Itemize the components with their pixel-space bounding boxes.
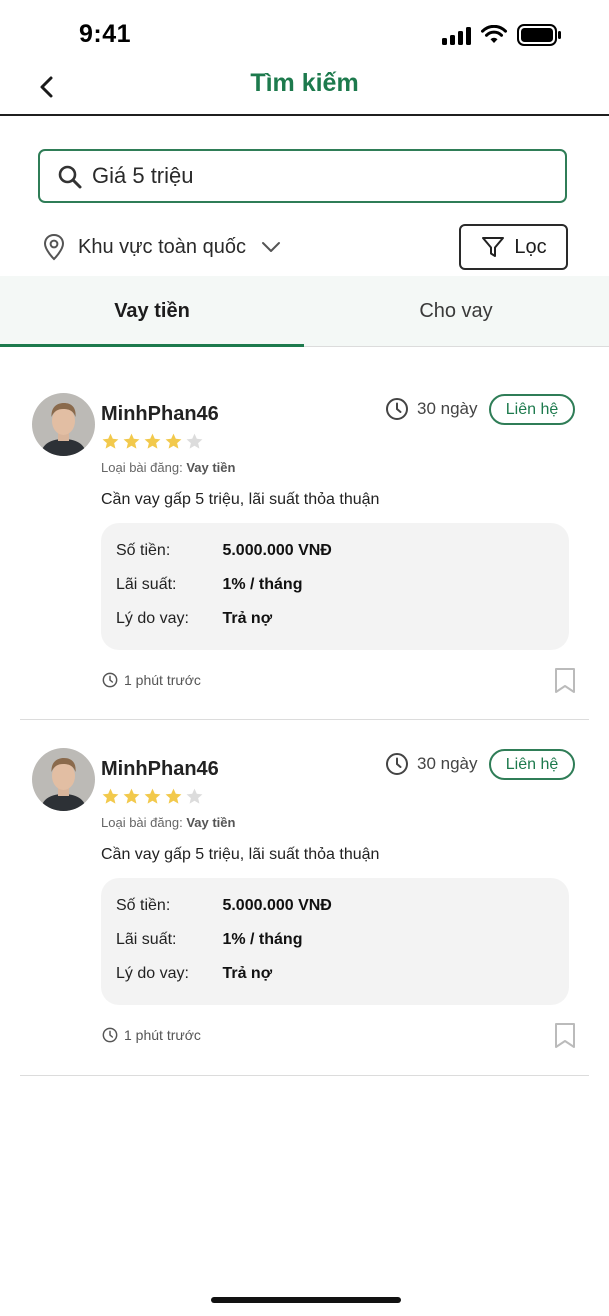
star-filled-icon (165, 788, 182, 804)
duration: 30 ngày (385, 397, 478, 421)
star-filled-icon (102, 788, 119, 804)
post-type-value: Vay tiền (186, 815, 236, 830)
clock-icon (102, 1027, 118, 1043)
detail-label: Số tiền: (116, 542, 171, 559)
detail-value: 5.000.000 VNĐ (222, 897, 332, 914)
detail-label: Lãi suất: (116, 931, 177, 948)
rating-stars (101, 787, 204, 806)
location-pin-icon (43, 233, 65, 261)
divider (20, 719, 589, 720)
avatar[interactable] (32, 748, 95, 811)
search-icon (58, 165, 82, 189)
search-input[interactable] (92, 151, 552, 201)
clock-icon (386, 753, 408, 775)
star-filled-icon (102, 433, 119, 449)
post-description: Cần vay gấp 5 triệu, lãi suất thỏa thuận (101, 846, 380, 863)
avatar[interactable] (32, 393, 95, 456)
funnel-icon (482, 237, 505, 257)
duration-text: 30 ngày (417, 399, 478, 418)
contact-button[interactable]: Liên hệ (489, 394, 575, 425)
contact-button[interactable]: Liên hệ (489, 749, 575, 780)
post-type: Loại bài đăng: Vay tiền (101, 815, 235, 830)
detail-value: 1% / tháng (222, 931, 303, 948)
signal-icon (442, 25, 471, 45)
divider (20, 1075, 589, 1076)
page-title: Tìm kiếm (250, 69, 359, 97)
detail-label: Lý do vay: (116, 965, 189, 982)
star-empty-icon (186, 788, 203, 804)
post-type: Loại bài đăng: Vay tiền (101, 460, 235, 475)
nav-bar: Tìm kiếm (0, 60, 609, 116)
time-ago: 1 phút trước (102, 1027, 201, 1043)
bookmark-icon[interactable] (553, 1022, 577, 1050)
region-selector[interactable]: Khu vực toàn quốc (42, 233, 282, 261)
detail-value: 1% / tháng (222, 576, 303, 593)
filter-button[interactable]: Lọc (459, 224, 568, 270)
star-filled-icon (123, 433, 140, 449)
detail-row-interest: Lãi suất: 1% / tháng (116, 931, 302, 949)
detail-value: Trả nợ (222, 965, 273, 982)
detail-row-reason: Lý do vay: Trả nợ (116, 965, 272, 983)
time-ago-text: 1 phút trước (124, 1027, 201, 1043)
time-ago-text: 1 phút trước (124, 672, 201, 688)
loan-details: Số tiền: 5.000.000 VNĐ Lãi suất: 1% / th… (101, 523, 569, 650)
clock-icon (386, 398, 408, 420)
chevron-down-icon (261, 242, 280, 252)
post-type-value: Vay tiền (186, 460, 236, 475)
detail-value: 5.000.000 VNĐ (222, 542, 332, 559)
tab-vay-tien[interactable]: Vay tiền (0, 276, 304, 347)
status-icons (442, 24, 563, 46)
star-filled-icon (144, 788, 161, 804)
post-description: Cần vay gấp 5 triệu, lãi suất thỏa thuận (101, 491, 380, 508)
clock-icon (102, 672, 118, 688)
detail-row-interest: Lãi suất: 1% / tháng (116, 576, 302, 594)
bookmark-icon[interactable] (553, 667, 577, 695)
post-type-label: Loại bài đăng: (101, 815, 183, 830)
detail-label: Số tiền: (116, 897, 171, 914)
duration: 30 ngày (385, 752, 478, 776)
tab-bar: Vay tiền Cho vay (0, 276, 609, 347)
avatar-image (32, 393, 95, 456)
rating-stars (101, 432, 204, 451)
username[interactable]: MinhPhan46 (101, 758, 219, 781)
status-time: 9:41 (79, 20, 132, 48)
tab-cho-vay[interactable]: Cho vay (304, 276, 608, 346)
star-empty-icon (186, 433, 203, 449)
detail-row-amount: Số tiền: 5.000.000 VNĐ (116, 542, 332, 560)
star-filled-icon (165, 433, 182, 449)
detail-row-reason: Lý do vay: Trả nợ (116, 610, 272, 628)
detail-value: Trả nợ (222, 610, 273, 627)
avatar-image (32, 748, 95, 811)
username[interactable]: MinhPhan46 (101, 403, 219, 426)
battery-icon (517, 24, 561, 46)
time-ago: 1 phút trước (102, 672, 201, 688)
duration-text: 30 ngày (417, 754, 478, 773)
loan-details: Số tiền: 5.000.000 VNĐ Lãi suất: 1% / th… (101, 878, 569, 1005)
detail-label: Lý do vay: (116, 610, 189, 627)
search-box[interactable] (38, 149, 567, 203)
star-filled-icon (123, 788, 140, 804)
region-label: Khu vực toàn quốc (78, 235, 246, 258)
wifi-icon (481, 25, 507, 43)
home-indicator[interactable] (211, 1297, 401, 1303)
filter-label: Lọc (514, 235, 547, 258)
star-filled-icon (144, 433, 161, 449)
detail-label: Lãi suất: (116, 576, 177, 593)
detail-row-amount: Số tiền: 5.000.000 VNĐ (116, 897, 332, 915)
post-type-label: Loại bài đăng: (101, 460, 183, 475)
